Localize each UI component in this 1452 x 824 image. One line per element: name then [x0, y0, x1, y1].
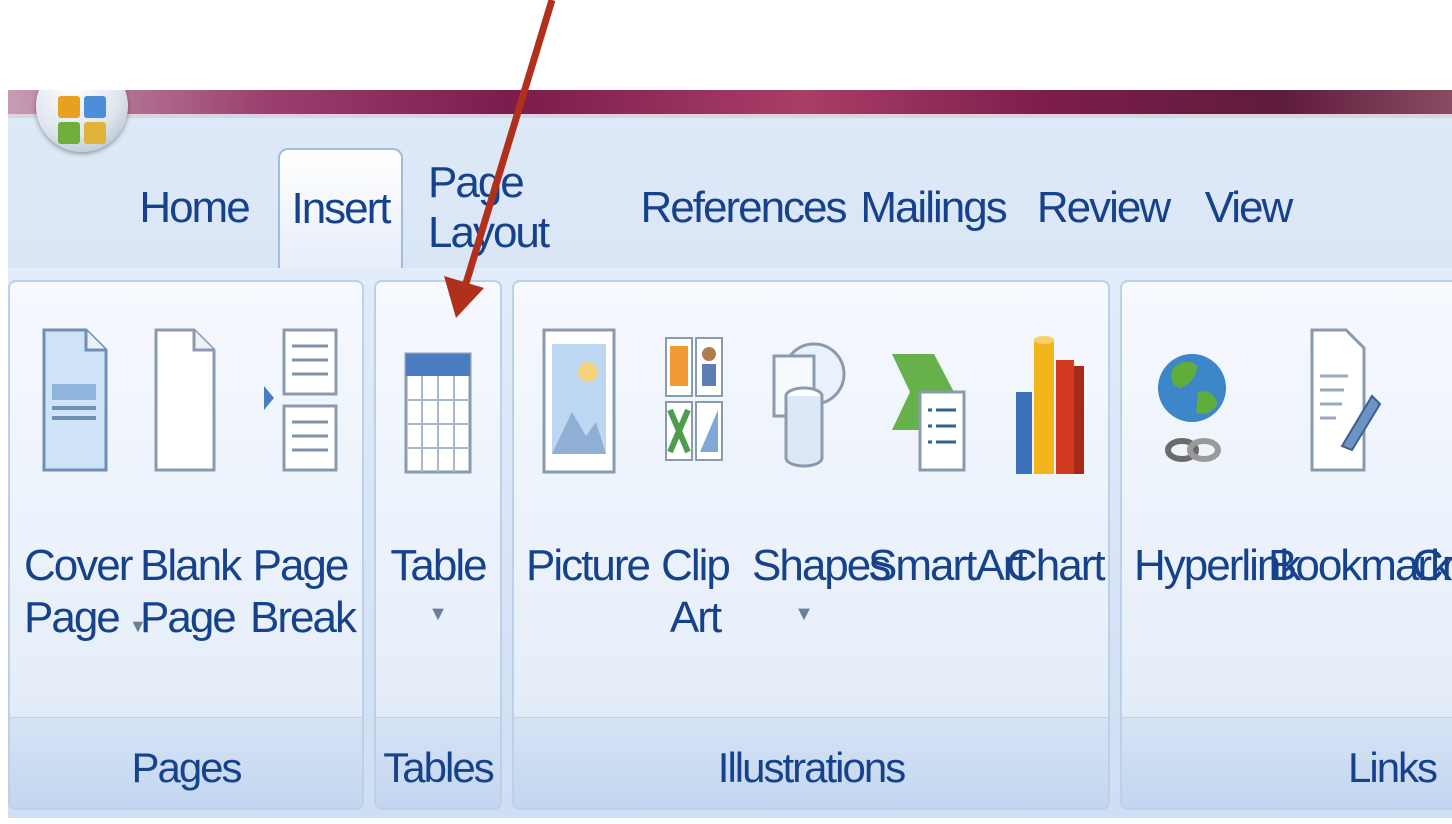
tab-page-layout[interactable]: Page Layout: [428, 148, 608, 268]
cross-reference-button[interactable]: Cro: [1412, 306, 1452, 696]
chart-button[interactable]: Chart: [1006, 306, 1106, 696]
smartart-label: SmartArt: [868, 540, 1028, 592]
table-label: Table ▼: [382, 540, 494, 636]
label-line: Blank: [140, 541, 242, 590]
ribbon: Home Insert Page Layout References Maili…: [8, 90, 1452, 818]
clip-art-icon: [665, 337, 723, 461]
tab-bar: Home Insert Page Layout References Maili…: [8, 118, 1452, 268]
group-illustrations: Picture Clip Art Shapes ▼ SmartArt Chart…: [512, 280, 1110, 810]
group-label-pages: Pages: [10, 717, 362, 808]
shapes-button[interactable]: Shapes ▼: [752, 306, 891, 696]
table-icon: [404, 352, 472, 474]
tab-label: View: [1204, 183, 1294, 232]
cover-page-icon: [42, 328, 108, 472]
tab-view[interactable]: View: [1203, 148, 1294, 268]
shapes-icon: [772, 342, 846, 468]
tab-label: Review: [1036, 183, 1171, 232]
tab-mailings[interactable]: Mailings: [860, 148, 1007, 268]
picture-label: Picture: [526, 540, 651, 592]
bookmark-button[interactable]: Bookmark: [1268, 306, 1452, 696]
ribbon-body: Cover Page ▼ Blank Page Page Break Pages…: [8, 268, 1452, 818]
tab-references[interactable]: References: [641, 148, 848, 268]
clip-art-button[interactable]: Clip Art: [660, 306, 731, 696]
group-label-links: Links: [1122, 717, 1452, 808]
chart-label: Chart: [1006, 540, 1106, 592]
dropdown-arrow-icon: ▼: [794, 603, 814, 625]
label-line: Clip: [661, 541, 731, 590]
clip-art-label: Clip Art: [660, 540, 731, 644]
hyperlink-label: Hyperlink: [1134, 540, 1301, 592]
label-line: Chart: [1006, 541, 1106, 590]
group-label-illustrations: Illustrations: [514, 717, 1108, 808]
smartart-icon: [892, 354, 966, 472]
shapes-label: Shapes ▼: [752, 540, 891, 636]
smartart-button[interactable]: SmartArt: [868, 306, 1028, 696]
hyperlink-button[interactable]: Hyperlink: [1128, 306, 1301, 696]
label-line: Cover: [24, 541, 133, 590]
cross-reference-label: Cro: [1412, 540, 1452, 592]
group-pages: Cover Page ▼ Blank Page Page Break Pages: [8, 280, 364, 810]
label-line: SmartArt: [868, 541, 1028, 590]
blank-page-button[interactable]: Blank Page: [140, 306, 242, 696]
page-break-label: Page Break: [250, 540, 357, 644]
blank-page-label: Blank Page: [140, 540, 242, 644]
tab-home[interactable]: Home: [138, 148, 250, 268]
tab-review[interactable]: Review: [1037, 148, 1171, 268]
cover-page-label: Cover Page ▼: [24, 540, 147, 652]
label-line: Page: [24, 593, 121, 642]
label-line: Picture: [526, 541, 651, 590]
blank-page-icon: [154, 328, 216, 472]
group-tables: Table ▼ Tables: [374, 280, 502, 810]
tab-label: Page Layout: [428, 158, 550, 257]
label-line: Cro: [1412, 541, 1452, 590]
hyperlink-icon: [1158, 354, 1226, 462]
group-label-tables: Tables: [376, 717, 500, 808]
table-button[interactable]: Table ▼: [382, 306, 494, 696]
tab-label: Insert: [291, 184, 391, 233]
bookmark-icon: [1310, 328, 1382, 472]
label-line: Page: [252, 541, 350, 590]
dropdown-arrow-icon: ▼: [428, 603, 448, 625]
tab-label: Mailings: [860, 183, 1007, 232]
tab-insert[interactable]: Insert: [278, 148, 403, 268]
page-break-button[interactable]: Page Break: [250, 306, 357, 696]
tab-label: Home: [139, 183, 250, 232]
tab-label: References: [640, 183, 848, 232]
label-line: Break: [250, 593, 357, 642]
label-line: Art: [669, 593, 722, 642]
bookmark-label: Bookmark: [1268, 540, 1452, 592]
label-line: Table: [390, 541, 487, 590]
label-line: Page: [140, 593, 237, 642]
picture-button[interactable]: Picture: [526, 306, 651, 696]
page-break-icon: [264, 328, 338, 472]
picture-icon: [542, 328, 616, 474]
cover-page-button[interactable]: Cover Page ▼: [24, 306, 147, 696]
chart-icon: [1016, 336, 1084, 474]
title-bar: [8, 90, 1452, 118]
group-links: Hyperlink Bookmark Cro: [1120, 280, 1452, 810]
